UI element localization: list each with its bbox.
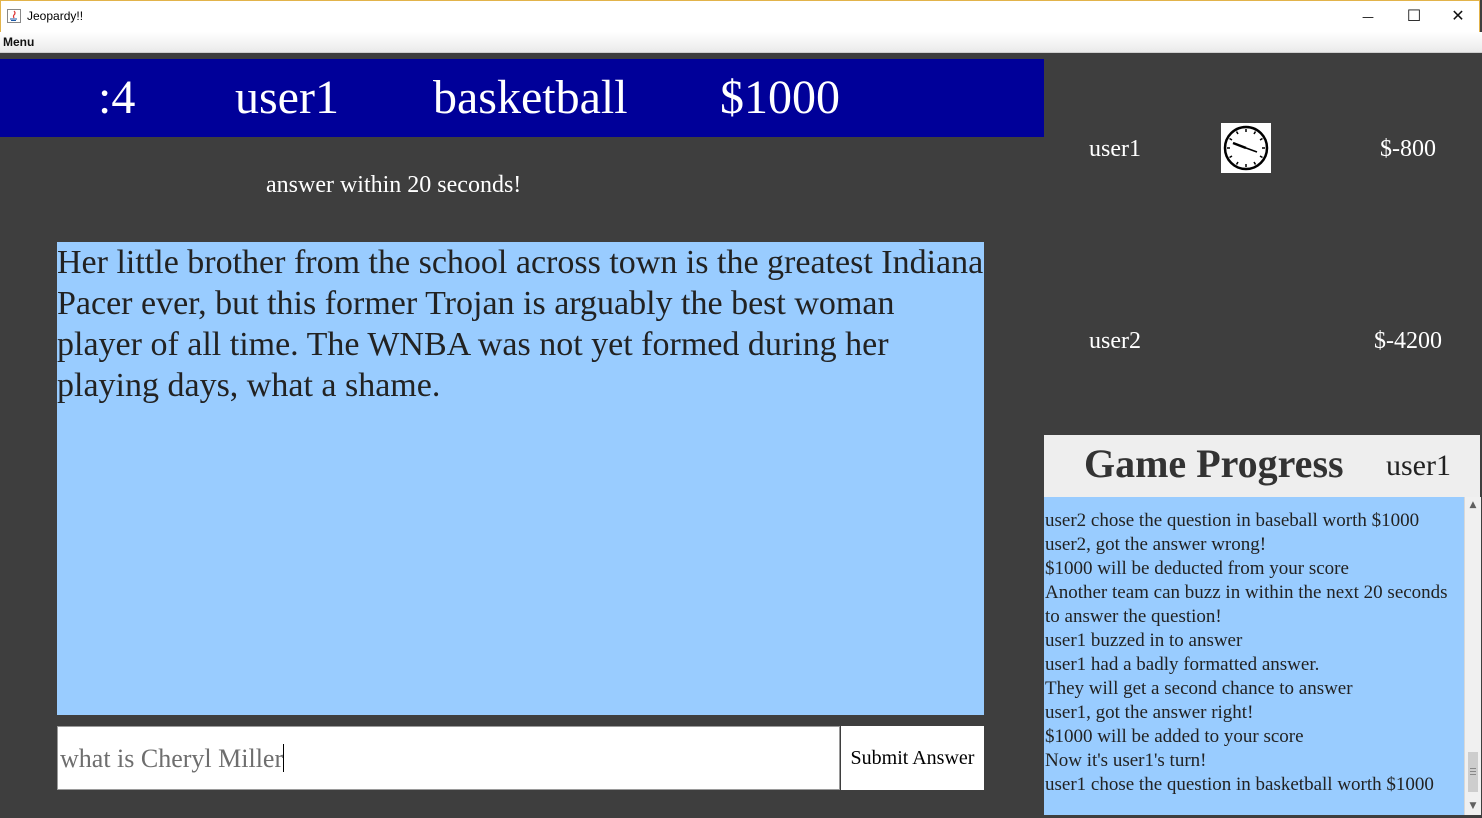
- game-progress-title: Game Progress: [1084, 441, 1344, 486]
- window-titlebar: Jeopardy!! — ☐ ✕: [0, 0, 1480, 32]
- close-icon: ✕: [1451, 6, 1465, 25]
- log-line: Now it's user1's turn!: [1045, 750, 1207, 771]
- scroll-thumb[interactable]: [1468, 752, 1478, 792]
- log-line: user2 chose the question in baseball wor…: [1045, 510, 1420, 531]
- answer-input[interactable]: what is Cheryl Miller: [57, 726, 840, 790]
- category-label: basketball: [433, 71, 628, 124]
- menu-button[interactable]: Menu: [3, 35, 34, 49]
- answer-instruction: answer within 20 seconds!: [266, 172, 522, 198]
- text-caret: [283, 744, 285, 772]
- maximize-button[interactable]: ☐: [1391, 1, 1437, 33]
- log-line: user1 chose the question in basketball w…: [1045, 774, 1434, 795]
- log-list: user2 chose the question in baseball wor…: [1045, 497, 1465, 797]
- player-name-user2: user2: [1089, 328, 1141, 354]
- maximize-icon: ☐: [1406, 6, 1422, 25]
- submit-answer-button[interactable]: Submit Answer: [841, 726, 984, 790]
- game-progress-log[interactable]: user2 chose the question in baseball wor…: [1044, 497, 1481, 815]
- scroll-up-icon[interactable]: ▲: [1465, 497, 1481, 514]
- clock-icon: [1221, 123, 1271, 173]
- question-header: :4 user1 basketball $1000: [0, 59, 1044, 137]
- minimize-button[interactable]: —: [1345, 1, 1391, 33]
- window-title: Jeopardy!!: [27, 9, 84, 23]
- game-progress-header: Game Progress user1: [1044, 435, 1480, 497]
- player-score-user1: $-800: [1380, 136, 1436, 162]
- question-panel: Her little brother from the school acros…: [57, 242, 984, 715]
- player-score-user2: $-4200: [1374, 328, 1442, 354]
- current-player-label: user1: [235, 71, 339, 124]
- menu-bar: Menu: [0, 32, 1482, 53]
- countdown-timer: :4: [98, 71, 136, 124]
- java-app-icon: [7, 9, 21, 23]
- progress-current-user: user1: [1386, 449, 1451, 482]
- log-line: Another team can buzz in within the next…: [1045, 582, 1448, 603]
- log-line: to answer the question!: [1045, 606, 1222, 627]
- log-line: user1 had a badly formatted answer.: [1045, 654, 1320, 675]
- log-line: $1000 will be added to your score: [1045, 726, 1304, 747]
- scroll-down-icon[interactable]: ▼: [1465, 798, 1481, 815]
- log-line: They will get a second chance to answer: [1045, 678, 1353, 699]
- log-line: user1 buzzed in to answer: [1045, 630, 1243, 651]
- log-scrollbar[interactable]: ▲ ▼: [1464, 497, 1481, 815]
- minimize-icon: —: [1362, 10, 1374, 24]
- player-name-user1: user1: [1089, 136, 1141, 162]
- log-line: $1000 will be deducted from your score: [1045, 558, 1349, 579]
- question-text: Her little brother from the school acros…: [57, 244, 984, 404]
- close-button[interactable]: ✕: [1435, 1, 1481, 33]
- log-line: user2, got the answer wrong!: [1045, 534, 1267, 555]
- answer-value: what is Cheryl Miller: [60, 744, 284, 773]
- log-line: user1, got the answer right!: [1045, 702, 1254, 723]
- question-value: $1000: [720, 71, 840, 124]
